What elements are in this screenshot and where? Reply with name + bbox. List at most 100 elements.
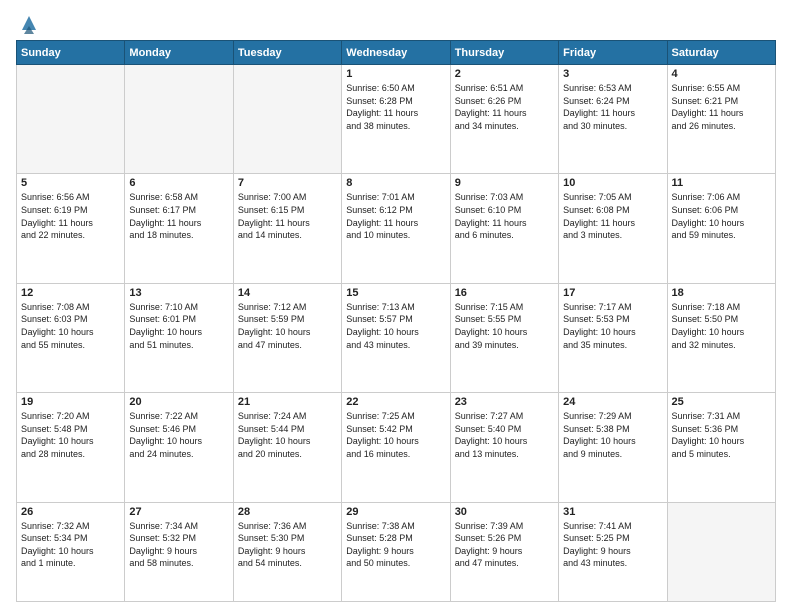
day-number: 13 [129, 287, 228, 299]
calendar-cell: 7Sunrise: 7:00 AM Sunset: 6:15 PM Daylig… [233, 174, 341, 283]
day-number: 20 [129, 396, 228, 408]
header [16, 12, 776, 34]
calendar-cell: 16Sunrise: 7:15 AM Sunset: 5:55 PM Dayli… [450, 283, 558, 392]
logo [16, 12, 40, 34]
calendar-cell: 3Sunrise: 6:53 AM Sunset: 6:24 PM Daylig… [559, 65, 667, 174]
day-info: Sunrise: 7:25 AM Sunset: 5:42 PM Dayligh… [346, 410, 445, 460]
day-number: 4 [672, 68, 771, 80]
day-info: Sunrise: 7:34 AM Sunset: 5:32 PM Dayligh… [129, 520, 228, 570]
page: SundayMondayTuesdayWednesdayThursdayFrid… [0, 0, 792, 612]
day-info: Sunrise: 7:15 AM Sunset: 5:55 PM Dayligh… [455, 301, 554, 351]
day-info: Sunrise: 7:22 AM Sunset: 5:46 PM Dayligh… [129, 410, 228, 460]
calendar-week-row: 26 Sunrise: 7:32 AM Sunset: 5:34 PM Dayli… [17, 502, 776, 602]
day-number: 31 [563, 506, 662, 518]
day-number: 15 [346, 287, 445, 299]
calendar-cell: 31 Sunrise: 7:41 AM Sunset: 5:25 PM Dayli… [559, 502, 667, 602]
weekday-header: Wednesday [342, 41, 450, 65]
calendar-cell: 15Sunrise: 7:13 AM Sunset: 5:57 PM Dayli… [342, 283, 450, 392]
weekday-header: Thursday [450, 41, 558, 65]
day-number: 1 [346, 68, 445, 80]
day-info: Sunrise: 7:20 AM Sunset: 5:48 PM Dayligh… [21, 410, 120, 460]
day-number: 2 [455, 68, 554, 80]
day-number: 18 [672, 287, 771, 299]
weekday-header: Sunday [17, 41, 125, 65]
day-number: 27 [129, 506, 228, 518]
weekday-header: Tuesday [233, 41, 341, 65]
day-number: 25 [672, 396, 771, 408]
day-info: Sunrise: 7:32 AM Sunset: 5:34 PM Dayligh… [21, 520, 120, 570]
day-number: 10 [563, 177, 662, 189]
logo-icon [18, 12, 40, 34]
calendar-cell: 19 Sunrise: 7:20 AM Sunset: 5:48 PM Dayli… [17, 393, 125, 502]
calendar-cell: 17 Sunrise: 7:17 AM Sunset: 5:53 PM Dayli… [559, 283, 667, 392]
calendar-cell: 10 Sunrise: 7:05 AM Sunset: 6:08 PM Dayli… [559, 174, 667, 283]
day-info: Sunrise: 7:24 AM Sunset: 5:44 PM Dayligh… [238, 410, 337, 460]
calendar-cell: 8 Sunrise: 7:01 AM Sunset: 6:12 PM Daylig… [342, 174, 450, 283]
day-number: 24 [563, 396, 662, 408]
weekday-header: Friday [559, 41, 667, 65]
day-info: Sunrise: 7:17 AM Sunset: 5:53 PM Dayligh… [563, 301, 662, 351]
calendar-cell: 18 Sunrise: 7:18 AM Sunset: 5:50 PM Dayli… [667, 283, 775, 392]
day-info: Sunrise: 6:55 AM Sunset: 6:21 PM Dayligh… [672, 82, 771, 132]
calendar-cell: 29 Sunrise: 7:38 AM Sunset: 5:28 PM Dayli… [342, 502, 450, 602]
day-number: 30 [455, 506, 554, 518]
calendar-cell: 11 Sunrise: 7:06 AM Sunset: 6:06 PM Dayli… [667, 174, 775, 283]
day-info: Sunrise: 7:41 AM Sunset: 5:25 PM Dayligh… [563, 520, 662, 570]
calendar-cell: 14 Sunrise: 7:12 AM Sunset: 5:59 PM Dayli… [233, 283, 341, 392]
day-info: Sunrise: 6:51 AM Sunset: 6:26 PM Dayligh… [455, 82, 554, 132]
day-info: Sunrise: 7:39 AM Sunset: 5:26 PM Dayligh… [455, 520, 554, 570]
day-info: Sunrise: 6:53 AM Sunset: 6:24 PM Dayligh… [563, 82, 662, 132]
calendar-cell: 23Sunrise: 7:27 AM Sunset: 5:40 PM Dayli… [450, 393, 558, 502]
calendar-cell: 26 Sunrise: 7:32 AM Sunset: 5:34 PM Dayli… [17, 502, 125, 602]
calendar-cell: 21 Sunrise: 7:24 AM Sunset: 5:44 PM Dayli… [233, 393, 341, 502]
day-number: 12 [21, 287, 120, 299]
day-number: 26 [21, 506, 120, 518]
day-info: Sunrise: 7:18 AM Sunset: 5:50 PM Dayligh… [672, 301, 771, 351]
day-number: 8 [346, 177, 445, 189]
day-info: Sunrise: 7:38 AM Sunset: 5:28 PM Dayligh… [346, 520, 445, 570]
calendar-table: SundayMondayTuesdayWednesdayThursdayFrid… [16, 40, 776, 602]
day-info: Sunrise: 7:03 AM Sunset: 6:10 PM Dayligh… [455, 191, 554, 241]
calendar-cell [125, 65, 233, 174]
day-info: Sunrise: 7:10 AM Sunset: 6:01 PM Dayligh… [129, 301, 228, 351]
day-number: 21 [238, 396, 337, 408]
day-info: Sunrise: 7:05 AM Sunset: 6:08 PM Dayligh… [563, 191, 662, 241]
calendar-cell: 13 Sunrise: 7:10 AM Sunset: 6:01 PM Dayli… [125, 283, 233, 392]
day-number: 23 [455, 396, 554, 408]
day-info: Sunrise: 7:31 AM Sunset: 5:36 PM Dayligh… [672, 410, 771, 460]
day-info: Sunrise: 6:58 AM Sunset: 6:17 PM Dayligh… [129, 191, 228, 241]
calendar-cell: 1Sunrise: 6:50 AM Sunset: 6:28 PM Daylig… [342, 65, 450, 174]
calendar-cell: 24 Sunrise: 7:29 AM Sunset: 5:38 PM Dayli… [559, 393, 667, 502]
day-info: Sunrise: 7:29 AM Sunset: 5:38 PM Dayligh… [563, 410, 662, 460]
day-number: 19 [21, 396, 120, 408]
day-number: 6 [129, 177, 228, 189]
day-number: 29 [346, 506, 445, 518]
day-number: 17 [563, 287, 662, 299]
calendar-cell: 22 Sunrise: 7:25 AM Sunset: 5:42 PM Dayli… [342, 393, 450, 502]
calendar-cell: 6 Sunrise: 6:58 AM Sunset: 6:17 PM Daylig… [125, 174, 233, 283]
day-number: 9 [455, 177, 554, 189]
calendar-cell: 2 Sunrise: 6:51 AM Sunset: 6:26 PM Daylig… [450, 65, 558, 174]
weekday-header-row: SundayMondayTuesdayWednesdayThursdayFrid… [17, 41, 776, 65]
day-info: Sunrise: 7:06 AM Sunset: 6:06 PM Dayligh… [672, 191, 771, 241]
day-number: 11 [672, 177, 771, 189]
calendar-week-row: 12 Sunrise: 7:08 AM Sunset: 6:03 PM Dayli… [17, 283, 776, 392]
day-number: 22 [346, 396, 445, 408]
calendar-cell: 20 Sunrise: 7:22 AM Sunset: 5:46 PM Dayli… [125, 393, 233, 502]
day-number: 28 [238, 506, 337, 518]
calendar-cell: 5 Sunrise: 6:56 AM Sunset: 6:19 PM Daylig… [17, 174, 125, 283]
calendar-cell: 9 Sunrise: 7:03 AM Sunset: 6:10 PM Daylig… [450, 174, 558, 283]
day-info: Sunrise: 7:01 AM Sunset: 6:12 PM Dayligh… [346, 191, 445, 241]
calendar-cell [17, 65, 125, 174]
day-number: 5 [21, 177, 120, 189]
day-info: Sunrise: 7:12 AM Sunset: 5:59 PM Dayligh… [238, 301, 337, 351]
day-info: Sunrise: 7:08 AM Sunset: 6:03 PM Dayligh… [21, 301, 120, 351]
day-number: 14 [238, 287, 337, 299]
calendar-cell: 12 Sunrise: 7:08 AM Sunset: 6:03 PM Dayli… [17, 283, 125, 392]
calendar-cell: 25 Sunrise: 7:31 AM Sunset: 5:36 PM Dayli… [667, 393, 775, 502]
weekday-header: Saturday [667, 41, 775, 65]
calendar-week-row: 19 Sunrise: 7:20 AM Sunset: 5:48 PM Dayli… [17, 393, 776, 502]
day-info: Sunrise: 6:56 AM Sunset: 6:19 PM Dayligh… [21, 191, 120, 241]
calendar-cell: 30 Sunrise: 7:39 AM Sunset: 5:26 PM Dayli… [450, 502, 558, 602]
calendar-week-row: 5 Sunrise: 6:56 AM Sunset: 6:19 PM Daylig… [17, 174, 776, 283]
